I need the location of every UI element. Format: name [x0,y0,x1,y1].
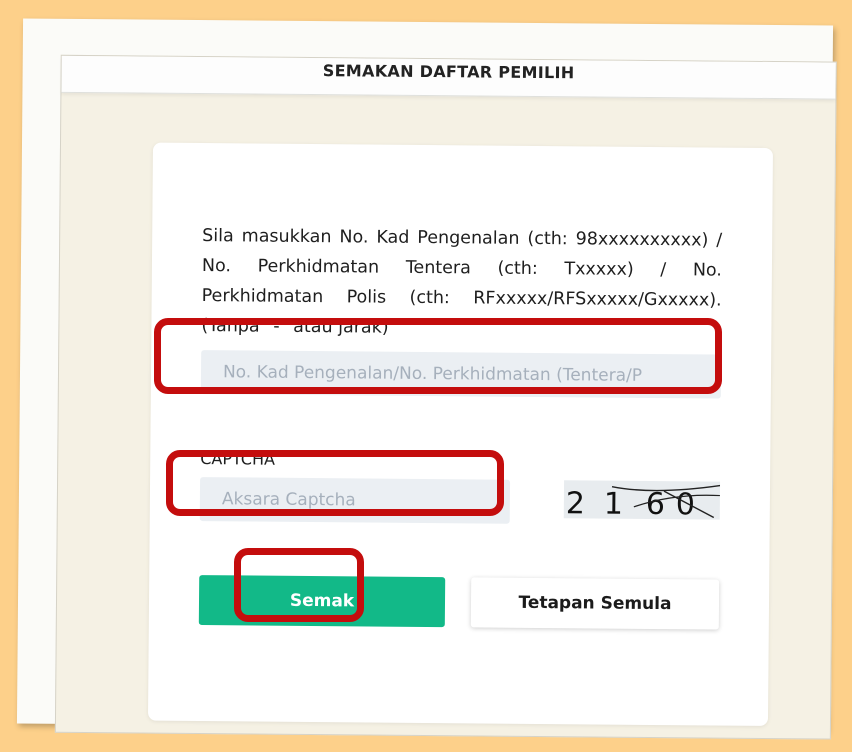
captcha-digit: 6 [646,487,665,520]
instructions-text: Sila masukkan No. Kad Pengenalan (cth: 9… [201,226,723,338]
ic-number-input[interactable] [200,350,722,399]
check-button[interactable]: Semak [198,575,446,628]
captcha-digit: 2 [566,486,585,519]
captcha-digit: 0 [676,487,695,519]
screenshot-frame: SEMAKAN DAFTAR PEMILIH Sila masukkan No.… [16,18,837,740]
reset-button[interactable]: Tetapan Semula [470,577,720,630]
page-header: SEMAKAN DAFTAR PEMILIH [61,55,836,100]
page-viewport: SEMAKAN DAFTAR PEMILIH Sila masukkan No.… [54,54,837,740]
captcha-digit: 1 [604,487,623,520]
page-title: SEMAKAN DAFTAR PEMILIH [322,60,575,82]
captcha-input[interactable] [199,477,511,524]
captcha-label: CAPTCHA [200,449,276,469]
captcha-digits: 2160 [566,486,695,519]
check-voter-form-card: Sila masukkan No. Kad Pengenalan (cth: 9… [147,142,773,727]
captcha-image: 2160 [563,480,721,520]
